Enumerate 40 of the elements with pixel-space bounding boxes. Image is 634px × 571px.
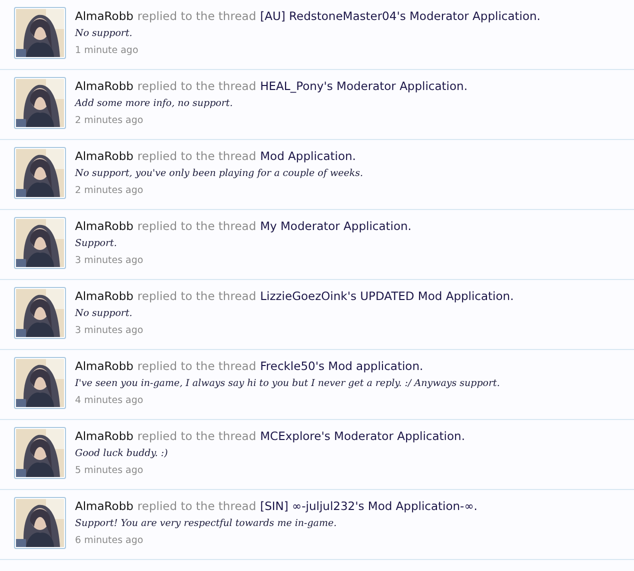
comment-snippet: I've seen you in-game, I always say hi to you but I never get a reply. :/ Anyways support.	[75, 378, 500, 389]
comment-snippet: No support.	[75, 28, 134, 39]
thread-link[interactable]: My Moderator Application.	[260, 219, 412, 233]
timestamp: 3 minutes ago	[75, 255, 144, 266]
action-text: replied to the thread	[137, 359, 256, 373]
username-link[interactable]: AlmaRobb	[75, 79, 134, 93]
username-link[interactable]: AlmaRobb	[75, 429, 134, 443]
action-text: replied to the thread	[137, 429, 256, 443]
action-text: replied to the thread	[137, 219, 256, 233]
action-text: replied to the thread	[137, 79, 256, 93]
comment-snippet: Add some more info, no support.	[75, 98, 234, 109]
timestamp: 3 minutes ago	[75, 325, 144, 336]
timestamp: 2 minutes ago	[75, 115, 144, 126]
username-link[interactable]: AlmaRobb	[75, 289, 134, 303]
comment-snippet: No support, you've only been playing for a couple of weeks.	[75, 168, 363, 179]
username-link[interactable]: AlmaRobb	[75, 359, 134, 373]
action-text: replied to the thread	[137, 9, 256, 23]
timestamp: 4 minutes ago	[75, 395, 144, 406]
thread-link[interactable]: [SIN] ∞-juljul232's Mod Application-∞.	[260, 499, 478, 513]
timestamp: 2 minutes ago	[75, 185, 144, 196]
comment-snippet: Support! You are very respectful towards me in-game.	[75, 518, 338, 529]
thread-link[interactable]: MCExplore's Moderator Application.	[260, 429, 465, 443]
comment-snippet: No support.	[75, 308, 134, 319]
username-link[interactable]: AlmaRobb	[75, 499, 134, 513]
username-link[interactable]: AlmaRobb	[75, 149, 134, 163]
username-link[interactable]: AlmaRobb	[75, 219, 134, 233]
timestamp: 5 minutes ago	[75, 465, 144, 476]
thread-link[interactable]: LizzieGoezOink's UPDATED Mod Application.	[260, 289, 514, 303]
action-text: replied to the thread	[137, 149, 256, 163]
thread-link[interactable]: Mod Application.	[260, 149, 356, 163]
username-link[interactable]: AlmaRobb	[75, 9, 134, 23]
thread-link[interactable]: [AU] RedstoneMaster04's Moderator Application.	[260, 9, 540, 23]
timestamp: 6 minutes ago	[75, 535, 144, 546]
thread-link[interactable]: HEAL_Pony's Moderator Application.	[260, 79, 468, 93]
comment-snippet: Support.	[75, 238, 118, 249]
timestamp: 1 minute ago	[75, 45, 140, 56]
action-text: replied to the thread	[137, 499, 256, 513]
action-text: replied to the thread	[137, 289, 256, 303]
thread-link[interactable]: Freckle50's Mod application.	[260, 359, 424, 373]
comment-snippet: Good luck buddy. :)	[75, 448, 169, 459]
